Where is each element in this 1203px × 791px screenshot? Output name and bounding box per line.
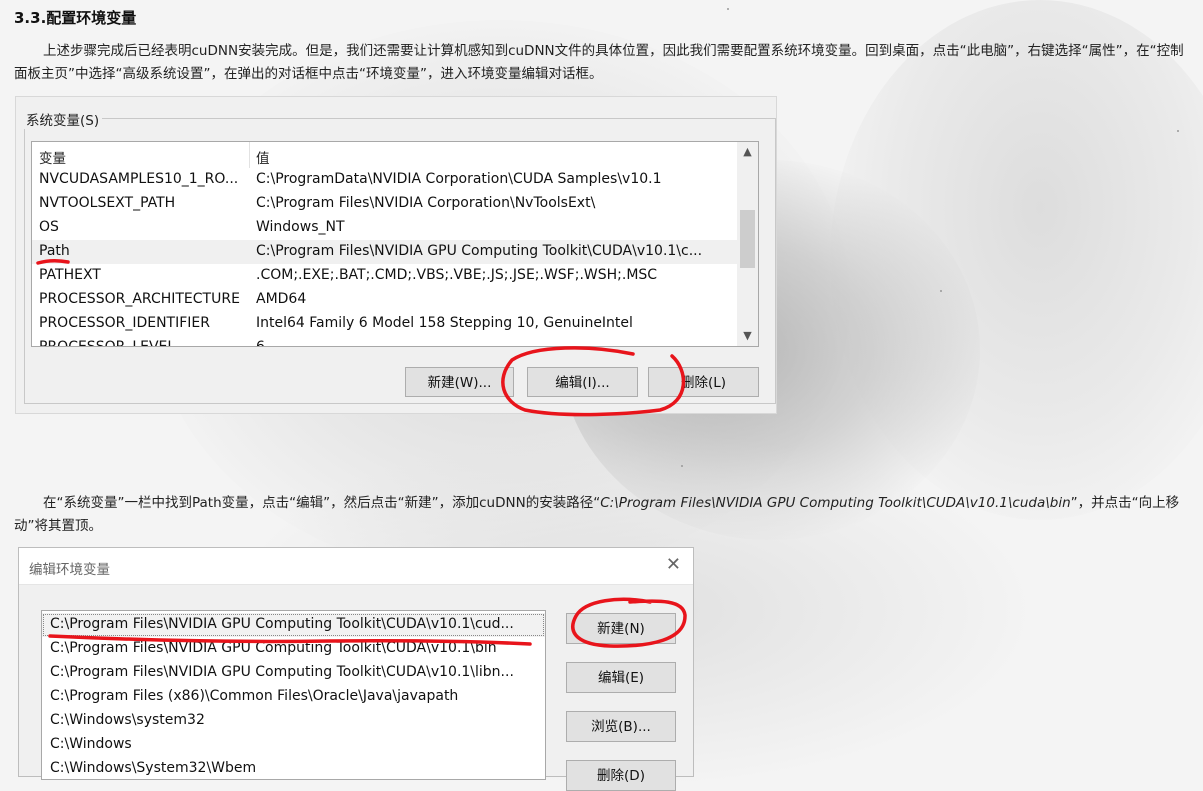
paragraph-text-part: 在“系统变量”一栏中找到Path变量，点击“编辑”，然后点击“新建”，添加cuD… — [43, 495, 601, 511]
row-value: Windows_NT — [256, 219, 345, 235]
row-name: PATHEXT — [39, 267, 101, 283]
chevron-down-icon[interactable]: ▼ — [737, 326, 758, 346]
dialog-titlebar[interactable]: 编辑环境变量 ✕ — [19, 548, 693, 585]
browse-path-button[interactable]: 浏览(B)... — [566, 711, 676, 742]
path-entry-text: C:\Program Files\NVIDIA GPU Computing To… — [50, 664, 514, 680]
section-heading: 3.3.配置环境变量 — [14, 9, 137, 27]
row-name: PROCESSOR_LEVEL — [39, 339, 176, 347]
close-icon[interactable]: ✕ — [666, 554, 681, 575]
path-entry[interactable]: C:\Windows\System32\Wbem — [42, 757, 545, 779]
column-separator[interactable] — [249, 142, 250, 168]
delete-variable-button[interactable]: 删除(L) — [648, 367, 759, 397]
path-entry[interactable]: C:\Program Files\NVIDIA GPU Computing To… — [42, 661, 545, 685]
list-row[interactable]: NVCUDASAMPLES10_1_RO... C:\ProgramData\N… — [32, 168, 737, 192]
column-header-variable[interactable]: 变量 — [39, 147, 66, 167]
row-value: AMD64 — [256, 291, 307, 307]
row-value: C:\ProgramData\NVIDIA Corporation\CUDA S… — [256, 171, 662, 187]
install-path-text: C:\Program Files\NVIDIA GPU Computing To… — [600, 495, 1071, 511]
path-entry-text: C:\Windows — [50, 736, 132, 752]
delete-path-button[interactable]: 删除(D) — [566, 760, 676, 791]
scrollbar-thumb[interactable] — [740, 210, 755, 268]
path-entry-text: C:\Program Files\NVIDIA GPU Computing To… — [50, 640, 497, 656]
group-label: 系统变量(S) — [23, 109, 103, 129]
column-header-value[interactable]: 值 — [256, 147, 270, 167]
new-path-button[interactable]: 新建(N) — [566, 613, 676, 644]
dialog-title: 编辑环境变量 — [29, 562, 110, 578]
list-header: 变量 值 — [32, 142, 737, 168]
noise-dot — [1177, 130, 1179, 132]
path-entry[interactable]: C:\Program Files\NVIDIA GPU Computing To… — [42, 637, 545, 661]
vertical-scrollbar[interactable]: ▲ ▼ — [737, 142, 758, 346]
paragraph-text: 在“系统变量”一栏中找到Path变量，点击“编辑”，然后点击“新建”，添加cuD… — [14, 492, 1194, 538]
path-entry-text: C:\Windows\System32\Wbem — [50, 760, 257, 776]
edit-variable-button[interactable]: 编辑(I)... — [527, 367, 638, 397]
noise-dot — [940, 290, 942, 292]
row-value: Intel64 Family 6 Model 158 Stepping 10, … — [256, 315, 633, 331]
path-entry[interactable]: C:\Program Files (x86)\Common Files\Orac… — [42, 685, 545, 709]
edit-path-button[interactable]: 编辑(E) — [566, 662, 676, 693]
row-name: PROCESSOR_IDENTIFIER — [39, 315, 210, 331]
row-value: C:\Program Files\NVIDIA Corporation\NvTo… — [256, 195, 596, 211]
noise-dot — [727, 8, 729, 10]
row-name: PROCESSOR_ARCHITECTURE — [39, 291, 240, 307]
path-entry[interactable]: C:\Program Files\NVIDIA GPU Computing To… — [42, 613, 545, 637]
path-entry-text: C:\Program Files\NVIDIA GPU Computing To… — [50, 616, 514, 632]
path-entry-text: C:\Program Files (x86)\Common Files\Orac… — [50, 688, 459, 704]
list-row[interactable]: PATHEXT .COM;.EXE;.BAT;.CMD;.VBS;.VBE;.J… — [32, 264, 737, 288]
row-value: C:\Program Files\NVIDIA GPU Computing To… — [256, 243, 703, 259]
instruction-paragraph-2: 在“系统变量”一栏中找到Path变量，点击“编辑”，然后点击“新建”，添加cuD… — [14, 492, 1194, 538]
list-row[interactable]: NVTOOLSEXT_PATH C:\Program Files\NVIDIA … — [32, 192, 737, 216]
path-entry[interactable]: C:\Windows\system32 — [42, 709, 545, 733]
list-row[interactable]: PROCESSOR_ARCHITECTURE AMD64 — [32, 288, 737, 312]
row-name: Path — [39, 243, 70, 259]
instruction-paragraph-1: 上述步骤完成后已经表明cuDNN安装完成。但是，我们还需要让计算机感知到cuDN… — [14, 40, 1194, 86]
list-row-path[interactable]: Path C:\Program Files\NVIDIA GPU Computi… — [32, 240, 737, 264]
row-name: NVTOOLSEXT_PATH — [39, 195, 176, 211]
chevron-up-icon[interactable]: ▲ — [737, 142, 758, 162]
path-entry[interactable]: C:\Windows — [42, 733, 545, 757]
new-variable-button[interactable]: 新建(W)... — [405, 367, 514, 397]
row-name: OS — [39, 219, 59, 235]
path-entry-text: C:\Windows\system32 — [50, 712, 205, 728]
list-row[interactable]: PROCESSOR_IDENTIFIER Intel64 Family 6 Mo… — [32, 312, 737, 336]
paragraph-text: 上述步骤完成后已经表明cuDNN安装完成。但是，我们还需要让计算机感知到cuDN… — [14, 43, 1184, 82]
system-variables-list[interactable]: 变量 值 NVCUDASAMPLES10_1_RO... C:\ProgramD… — [31, 141, 759, 347]
path-entries-list[interactable]: C:\Program Files\NVIDIA GPU Computing To… — [41, 610, 546, 780]
row-name: NVCUDASAMPLES10_1_RO... — [39, 171, 239, 187]
noise-dot — [681, 465, 683, 467]
list-row[interactable]: OS Windows_NT — [32, 216, 737, 240]
row-value: 6 — [256, 339, 265, 347]
list-row[interactable]: PROCESSOR_LEVEL 6 — [32, 336, 737, 347]
row-value: .COM;.EXE;.BAT;.CMD;.VBS;.VBE;.JS;.JSE;.… — [256, 267, 658, 283]
